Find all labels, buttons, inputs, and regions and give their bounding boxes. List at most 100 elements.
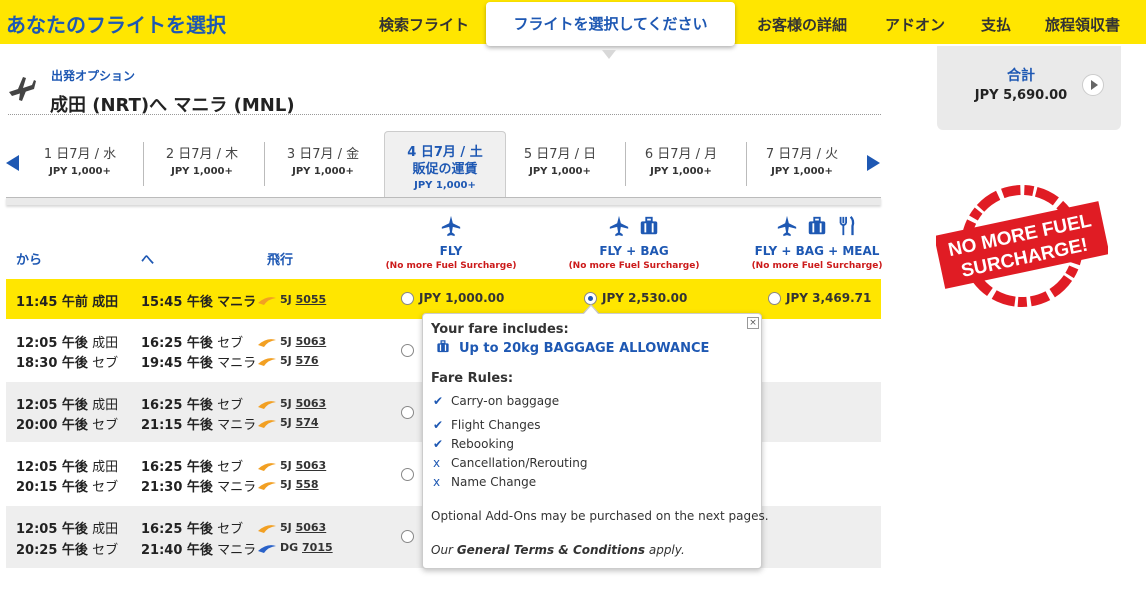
fare-radio-fly[interactable] xyxy=(401,406,414,419)
nav-itinerary-receipt[interactable]: 旅程領収書 xyxy=(1045,14,1120,35)
check-icon: ✔ xyxy=(433,394,444,408)
date-label: 7 日7月 / 火 xyxy=(765,147,839,162)
arrival-time: 16:25 午後 セブ xyxy=(141,522,244,537)
fare-radio-fly-bag-meal[interactable] xyxy=(768,292,781,305)
nav-add-ons[interactable]: アドオン xyxy=(885,14,945,35)
play-icon[interactable] xyxy=(1082,74,1104,96)
fare-price-fly: JPY 1,000.00 xyxy=(419,291,505,305)
flight-number[interactable]: DG 7015 xyxy=(258,541,333,554)
arrival-time: 19:45 午後 マニラ xyxy=(141,356,257,371)
departure-time: 12:05 午後 成田 xyxy=(16,522,119,537)
no-fuel-surcharge-stamp: NO MORE FUEL SURCHARGE! xyxy=(936,185,1108,307)
departure-time: 11:45 午前 成田 xyxy=(16,295,119,310)
fare-name: FLY + BAG xyxy=(599,244,669,258)
flight-number[interactable]: 5J 5055 xyxy=(258,293,326,306)
flight-number[interactable]: 5J 5063 xyxy=(258,521,326,534)
departure-time: 20:15 午後 セブ xyxy=(16,480,119,495)
flight-number[interactable]: 5J 558 xyxy=(258,478,319,491)
chevron-right-icon[interactable] xyxy=(867,155,880,171)
flight-number[interactable]: 5J 574 xyxy=(258,416,319,429)
date-tab-2[interactable]: 2 日7月 / 木 JPY 1,000+ xyxy=(142,138,262,188)
date-label: 5 日7月 / 日 xyxy=(523,147,597,162)
date-label: 4 日7月 / 土販促の運賃 xyxy=(385,144,505,178)
date-tab-1[interactable]: 1 日7月 / 水 JPY 1,000+ xyxy=(20,138,140,188)
departure-label: 出発オプション xyxy=(51,69,136,83)
fare-radio-fly[interactable] xyxy=(401,292,414,305)
fare-header-fly-bag-meal: FLY + BAG + MEAL (No more Fuel Surcharge… xyxy=(732,214,902,271)
date-tab-3[interactable]: 3 日7月 / 金 JPY 1,000+ xyxy=(263,138,383,188)
flight-number[interactable]: 5J 5063 xyxy=(258,459,326,472)
wing-icon xyxy=(258,545,276,553)
fare-details-popup: × Your fare includes: Up to 20kg BAGGAGE… xyxy=(422,313,769,569)
nav-payment[interactable]: 支払 xyxy=(981,14,1011,35)
date-tab-5[interactable]: 5 日7月 / 日 JPY 1,000+ xyxy=(500,138,620,188)
fare-includes-title: Your fare includes: xyxy=(431,322,569,337)
fare-rule: x Name Change xyxy=(433,475,537,489)
departure-time: 12:05 午後 成田 xyxy=(16,398,119,413)
check-icon: ✔ xyxy=(433,418,444,432)
meal-icon xyxy=(839,216,855,236)
flight-number[interactable]: 5J 5063 xyxy=(258,335,326,348)
flight-number[interactable]: 5J 576 xyxy=(258,354,319,367)
nav-pointer-icon xyxy=(602,50,616,59)
date-text: 4 日7月 / 土 xyxy=(407,145,483,160)
total-label: 合計 xyxy=(1007,68,1035,84)
wing-icon xyxy=(258,420,276,428)
date-label: 2 日7月 / 木 xyxy=(165,147,239,162)
addons-note: Optional Add-Ons may be purchased on the… xyxy=(431,509,769,523)
fare-price-fly-bag-meal: JPY 3,469.71 xyxy=(786,291,872,305)
close-icon[interactable]: × xyxy=(747,317,759,329)
fare-rule: ✔ Carry-on baggage xyxy=(433,394,560,408)
fare-radio-fly[interactable] xyxy=(401,344,414,357)
date-tab-4-selected[interactable]: 4 日7月 / 土販促の運賃 JPY 1,000+ xyxy=(384,131,506,197)
fare-radio-fly[interactable] xyxy=(401,468,414,481)
flight-number[interactable]: 5J 5063 xyxy=(258,397,326,410)
baggage-icon xyxy=(437,340,449,353)
fare-name: FLY xyxy=(439,244,463,258)
date-label: 1 日7月 / 水 xyxy=(43,147,117,162)
plane-icon xyxy=(609,215,629,237)
date-tab-6[interactable]: 6 日7月 / 月 JPY 1,000+ xyxy=(621,138,741,188)
plane-icon xyxy=(441,215,461,237)
fare-radio-fly[interactable] xyxy=(401,530,414,543)
nav-guest-details[interactable]: お客様の詳細 xyxy=(757,14,847,35)
date-price: JPY 1,000+ xyxy=(414,180,476,191)
plane-icon xyxy=(9,77,36,101)
departure-time: 18:30 午後 セブ xyxy=(16,356,119,371)
fare-note: (No more Fuel Surcharge) xyxy=(568,261,700,271)
departure-time: 12:05 午後 成田 xyxy=(16,336,119,351)
date-price: JPY 1,000+ xyxy=(49,166,111,177)
divider xyxy=(8,114,881,115)
wing-icon xyxy=(258,525,276,533)
terms-link[interactable]: General Terms & Conditions xyxy=(457,543,645,557)
page-title: あなたのフライトを選択 xyxy=(6,13,226,37)
date-price: JPY 1,000+ xyxy=(171,166,233,177)
fare-price-fly-bag: JPY 2,530.00 xyxy=(602,291,688,305)
wing-icon xyxy=(258,358,276,366)
fare-header-fly: FLY (No more Fuel Surcharge) xyxy=(366,214,536,271)
date-price: JPY 1,000+ xyxy=(292,166,354,177)
date-tab-7[interactable]: 7 日7月 / 火 JPY 1,000+ xyxy=(742,138,862,188)
date-label: 3 日7月 / 金 xyxy=(286,147,360,162)
arrival-time: 15:45 午後 マニラ xyxy=(141,295,257,310)
popup-pointer-fill xyxy=(583,306,599,315)
nav-search-flight[interactable]: 検索フライト xyxy=(379,14,469,35)
fare-rule: x Cancellation/Rerouting xyxy=(433,456,588,470)
chevron-left-icon[interactable] xyxy=(6,155,19,171)
departure-time: 12:05 午後 成田 xyxy=(16,460,119,475)
fare-note: (No more Fuel Surcharge) xyxy=(751,261,883,271)
arrival-time: 21:15 午後 マニラ xyxy=(141,418,257,433)
cross-icon: x xyxy=(433,475,441,489)
promo-fare-label: 販促の運賃 xyxy=(412,162,478,177)
wing-icon xyxy=(258,482,276,490)
total-amount: JPY 5,690.00 xyxy=(974,88,1068,103)
arrival-time: 16:25 午後 セブ xyxy=(141,398,244,413)
wing-icon xyxy=(258,339,276,347)
plane-icon xyxy=(777,215,797,237)
baggage-icon xyxy=(808,216,826,235)
terms-note: Our General Terms & Conditions apply. xyxy=(431,543,685,557)
nav-select-flight-active[interactable]: フライトを選択してください xyxy=(486,2,735,46)
arrival-time: 16:25 午後 セブ xyxy=(141,460,244,475)
date-price: JPY 1,000+ xyxy=(771,166,833,177)
arrival-time: 21:40 午後 マニラ xyxy=(141,543,257,558)
